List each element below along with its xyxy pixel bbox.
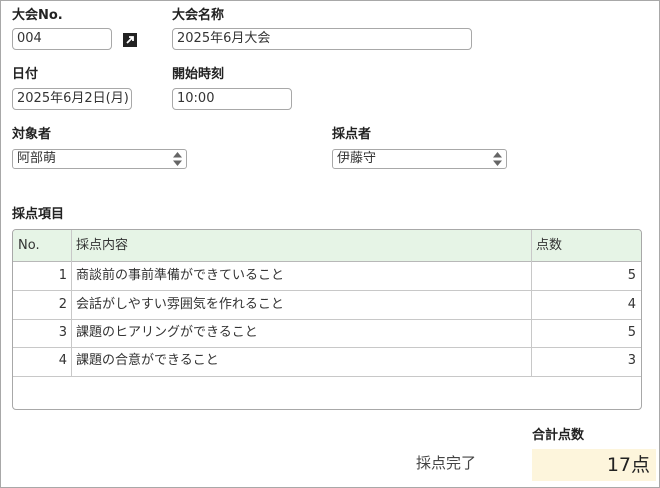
tournament-no-field[interactable]: 004 (12, 28, 112, 50)
row-divider (13, 376, 641, 377)
start-time-field[interactable]: 10:00 (172, 88, 292, 110)
column-header-score: 点数 (536, 238, 563, 253)
scoring-section-title: 採点項目 (12, 207, 65, 222)
scorer-label: 採点者 (332, 127, 372, 142)
tournament-name-label: 大会名称 (172, 8, 225, 23)
column-divider (71, 230, 72, 376)
table-header: No. 採点内容 点数 (13, 230, 641, 262)
row-score: 3 (627, 353, 636, 368)
row-content: 課題の合意ができること (76, 353, 219, 368)
tournament-no-label: 大会No. (12, 8, 63, 23)
total-score-value: 17点 (532, 449, 656, 481)
status-text: 採点完了 (416, 454, 477, 472)
row-no: 2 (58, 297, 67, 312)
row-no: 4 (58, 353, 67, 368)
row-content: 商談前の事前準備ができていること (76, 268, 285, 283)
open-tournament-button[interactable] (123, 33, 137, 47)
target-select-value: 阿部萌 (17, 151, 57, 166)
date-field[interactable]: 2025年6月2日(月) (12, 88, 132, 110)
row-content: 課題のヒアリングができること (76, 325, 258, 340)
target-label: 対象者 (12, 127, 52, 142)
row-score: 5 (627, 268, 636, 283)
updown-arrows-icon (493, 152, 502, 166)
scorer-select-value: 伊藤守 (337, 151, 377, 166)
date-label: 日付 (12, 67, 39, 82)
scorer-select[interactable]: 伊藤守 (332, 149, 507, 169)
target-select[interactable]: 阿部萌 (12, 149, 187, 169)
row-no: 3 (58, 325, 67, 340)
row-content: 会話がしやすい雰囲気を作れること (76, 297, 284, 312)
row-no: 1 (58, 268, 67, 283)
column-header-no: No. (18, 238, 40, 253)
form-window: 大会No. 004 大会名称 2025年6月大会 日付 2025年6月2日(月)… (0, 0, 660, 488)
external-link-icon (123, 33, 137, 47)
column-header-content: 採点内容 (76, 238, 129, 253)
scoring-table: No. 採点内容 点数 1 商談前の事前準備ができていること 5 2 会話がしや… (12, 229, 642, 410)
row-score: 4 (627, 297, 636, 312)
total-score-label: 合計点数 (532, 428, 585, 443)
updown-arrows-icon (173, 152, 182, 166)
row-score: 5 (627, 325, 636, 340)
start-time-label: 開始時刻 (172, 67, 225, 82)
tournament-name-field[interactable]: 2025年6月大会 (172, 28, 472, 50)
